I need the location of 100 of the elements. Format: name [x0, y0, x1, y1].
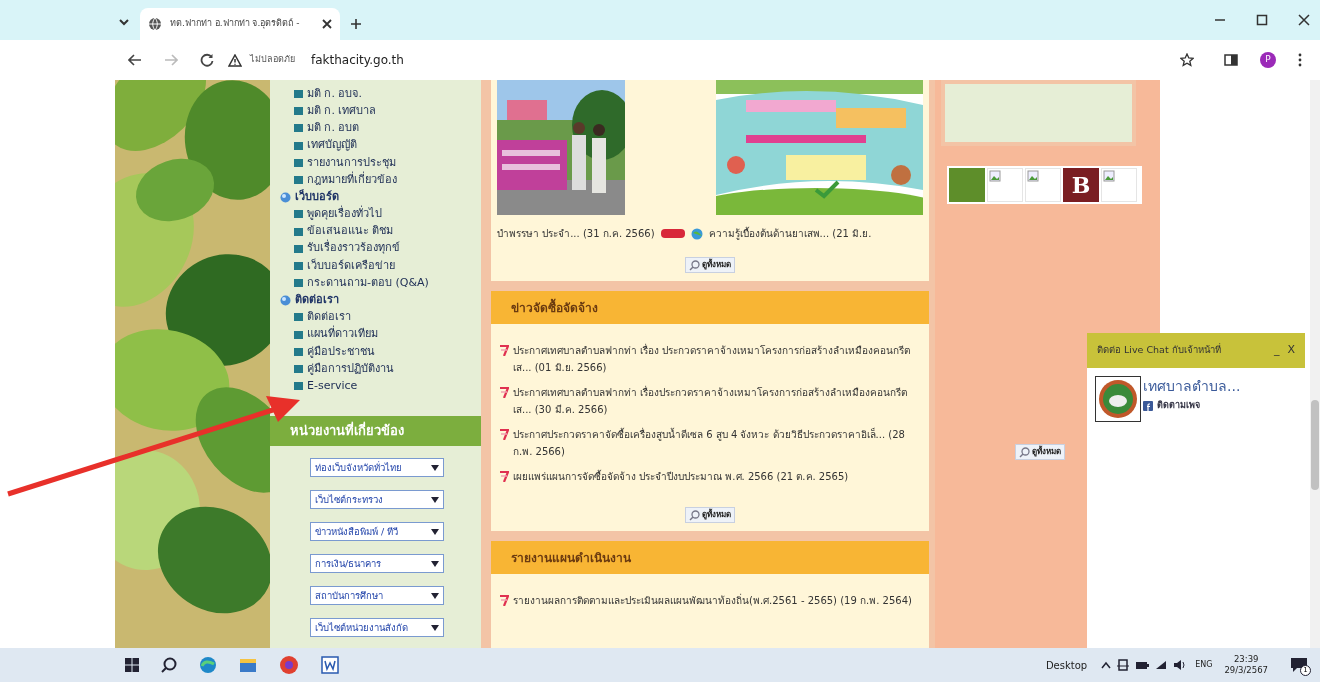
menu-item[interactable]: เว็บบอร์ดเครือข่าย: [280, 257, 481, 274]
minimize-button[interactable]: _: [1273, 342, 1280, 359]
section-header: หน่วยงานที่เกี่ยวข้อง: [270, 416, 481, 447]
menu-heading: เว็บบอร์ด: [295, 188, 339, 205]
bullet-icon: [294, 227, 303, 236]
news-link[interactable]: รายงานผลการติดตามและประเมินผลแผนพัฒนาท้องถิ่น(พ.ศ.2561 - 2565) (19 ก.พ. 2564): [513, 592, 912, 609]
language-indicator[interactable]: ENG: [1195, 659, 1213, 671]
bullet-icon: [294, 347, 303, 356]
notification-icon[interactable]: [1290, 657, 1308, 673]
bullet-icon: [294, 382, 303, 391]
bullet-icon: [294, 124, 303, 133]
folder-icon[interactable]: [239, 657, 257, 673]
caret-icon: [431, 528, 439, 535]
star-icon[interactable]: [1180, 53, 1194, 67]
news-link[interactable]: ประกาศประกวดราคาจัดซื้อเครื่องสูบน้ำดีเซล 6 สูบ 4 จังหวะ ด้วยวิธีประกวดราคาอิเล็... (28 ก.พ. 2566): [513, 426, 921, 460]
pin-icon: [499, 470, 509, 482]
chevron-down-icon[interactable]: [118, 16, 130, 28]
news-link[interactable]: ประกาศเทศบาลตำบลฟากท่า เรื่องประกวดราคาจ้างเหมาโครงการก่อสร้างลำเหมืองคอนกรีตเส... (30 มี.ค. 2566): [513, 384, 921, 418]
broken-image-icon[interactable]: [989, 170, 1001, 182]
menu-item[interactable]: มติ ก. อบต: [280, 120, 481, 137]
menu-item[interactable]: มติ ก. เทศบาล: [280, 103, 481, 120]
chevron-up-icon[interactable]: [1101, 661, 1112, 669]
close-icon[interactable]: [322, 19, 332, 29]
dropdown[interactable]: เว็บไซต์กระทรวง: [310, 490, 444, 510]
browser-tab[interactable]: ทต.ฟากท่า อ.ฟากท่า จ.อุตรดิตถ์ -: [140, 8, 340, 40]
back-icon[interactable]: [128, 54, 142, 66]
dropdown[interactable]: ข่าวหนังสือพิมพ์ / ทีวี: [310, 522, 444, 542]
close-button[interactable]: X: [1287, 342, 1295, 359]
broken-image-icon[interactable]: [1103, 170, 1115, 182]
bullet-icon: [280, 191, 291, 203]
logo-badge[interactable]: B: [1063, 168, 1099, 202]
menu-item[interactable]: เทศบัญญัติ: [280, 137, 481, 154]
dropdown[interactable]: สถาบันการศึกษา: [310, 586, 444, 606]
profile-avatar[interactable]: P: [1260, 52, 1276, 68]
scrollbar[interactable]: [1310, 80, 1320, 648]
wifi-icon[interactable]: [1155, 660, 1168, 670]
search-icon: [689, 259, 700, 271]
reload-icon[interactable]: [200, 53, 214, 67]
address-field[interactable]: fakthacity.go.th: [311, 51, 404, 69]
close-icon[interactable]: [1298, 14, 1310, 26]
pin-icon: [499, 594, 509, 606]
clock-date[interactable]: 29/3/2567: [1224, 665, 1268, 676]
view-all-button[interactable]: ดูทั้งหมด: [685, 507, 735, 523]
browser-icon[interactable]: [279, 655, 299, 675]
browser-icon[interactable]: [199, 656, 217, 674]
bullet-icon: [294, 90, 303, 98]
sidebar-icon[interactable]: [1224, 54, 1238, 66]
desktop-label: Desktop: [1045, 658, 1088, 673]
menu-item[interactable]: ติดต่อเรา: [280, 309, 481, 326]
search-icon: [1019, 446, 1030, 458]
section-header: ข่าวจัดซื้อจัดจ้าง: [491, 291, 929, 324]
menu-item[interactable]: พูดคุยเรื่องทั่วไป: [280, 206, 481, 223]
bullet-icon: [294, 175, 303, 184]
view-all-button[interactable]: ดูทั้งหมด: [685, 257, 735, 273]
menu-item[interactable]: E-service: [280, 378, 481, 395]
caret-icon: [431, 560, 439, 567]
battery-icon[interactable]: [1135, 660, 1150, 670]
menu-item[interactable]: กระดานถาม-ตอบ (Q&A): [280, 275, 481, 292]
dropdown[interactable]: การเงิน/ธนาคาร: [310, 554, 444, 574]
caret-icon: [431, 592, 439, 599]
menu-item[interactable]: คู่มือประชาชน: [280, 343, 481, 360]
menu-item[interactable]: กฎหมายที่เกี่ยวข้อง: [280, 171, 481, 188]
document-icon[interactable]: [321, 656, 339, 674]
menu-heading: ติดต่อเรา: [295, 292, 339, 308]
view-all-button[interactable]: ดูทั้งหมด: [1015, 444, 1065, 460]
menu-item[interactable]: คู่มือการปฏิบัติงาน: [280, 361, 481, 377]
speaker-icon[interactable]: [1173, 660, 1186, 670]
facebook-icon: [1143, 400, 1153, 411]
bullet-icon: [294, 279, 303, 288]
follow-link[interactable]: ติดตามเพจ: [1143, 399, 1241, 413]
news-link[interactable]: ประกาศเทศบาลตำบลฟากท่า เรื่อง ประกวดราคาจ้างเหมาโครงการก่อสร้างลำเหมืองคอนกรีตเส... (01 มิ.ย. 2566): [513, 342, 921, 376]
news-link[interactable]: ความรู้เบื้องต้นด้านยาเสพ... (21 มิ.ย.: [708, 226, 872, 241]
broken-image-icon[interactable]: [1027, 170, 1039, 182]
maximize-icon[interactable]: [1256, 14, 1268, 26]
bullet-icon: [294, 261, 303, 270]
dropdown[interactable]: ท่องเว็บจังหวัดทั่วไทย: [310, 458, 444, 478]
page-name[interactable]: เทศบาลตำบล...: [1143, 376, 1241, 397]
menu-item[interactable]: ข้อเสนอแนะ ติชม: [280, 223, 481, 240]
menu-item[interactable]: มติ ก. อบจ.: [280, 86, 481, 102]
menu-icon[interactable]: [1298, 53, 1302, 67]
news-link[interactable]: บำพรรษา ประจำ... (31 ก.ค. 2566): [497, 226, 655, 241]
chat-title: ติดต่อ Live Chat กับเจ้าหน้าที่: [1097, 343, 1222, 358]
menu-item[interactable]: รายงานการประชุม: [280, 154, 481, 171]
caret-icon: [431, 624, 439, 631]
bullet-icon: [294, 330, 303, 339]
bullet-icon: [294, 141, 303, 150]
tab-title: ทต.ฟากท่า อ.ฟากท่า จ.อุตรดิตถ์ -: [170, 17, 301, 31]
windows-icon[interactable]: [125, 658, 139, 672]
globe-icon: [690, 227, 703, 240]
bullet-icon: [280, 294, 291, 306]
menu-item[interactable]: แผนที่ดาวเทียม: [280, 326, 481, 343]
dropdown[interactable]: เว็บไซต์หน่วยงานสังกัด: [310, 618, 444, 638]
news-link[interactable]: เผยแพร่แผนการจัดซื้อจัดจ้าง ประจำปีงบประมาณ พ.ศ. 2566 (21 ต.ค. 2565): [513, 468, 849, 485]
search-icon[interactable]: [161, 657, 177, 673]
menu-item[interactable]: รับเรื่องราวร้องทุกข์: [280, 240, 481, 257]
bullet-icon: [294, 244, 303, 253]
plus-icon[interactable]: [350, 18, 362, 30]
clock-time[interactable]: 23:39: [1233, 654, 1259, 665]
caret-icon: [431, 496, 439, 503]
seal-icon: [1095, 376, 1141, 422]
